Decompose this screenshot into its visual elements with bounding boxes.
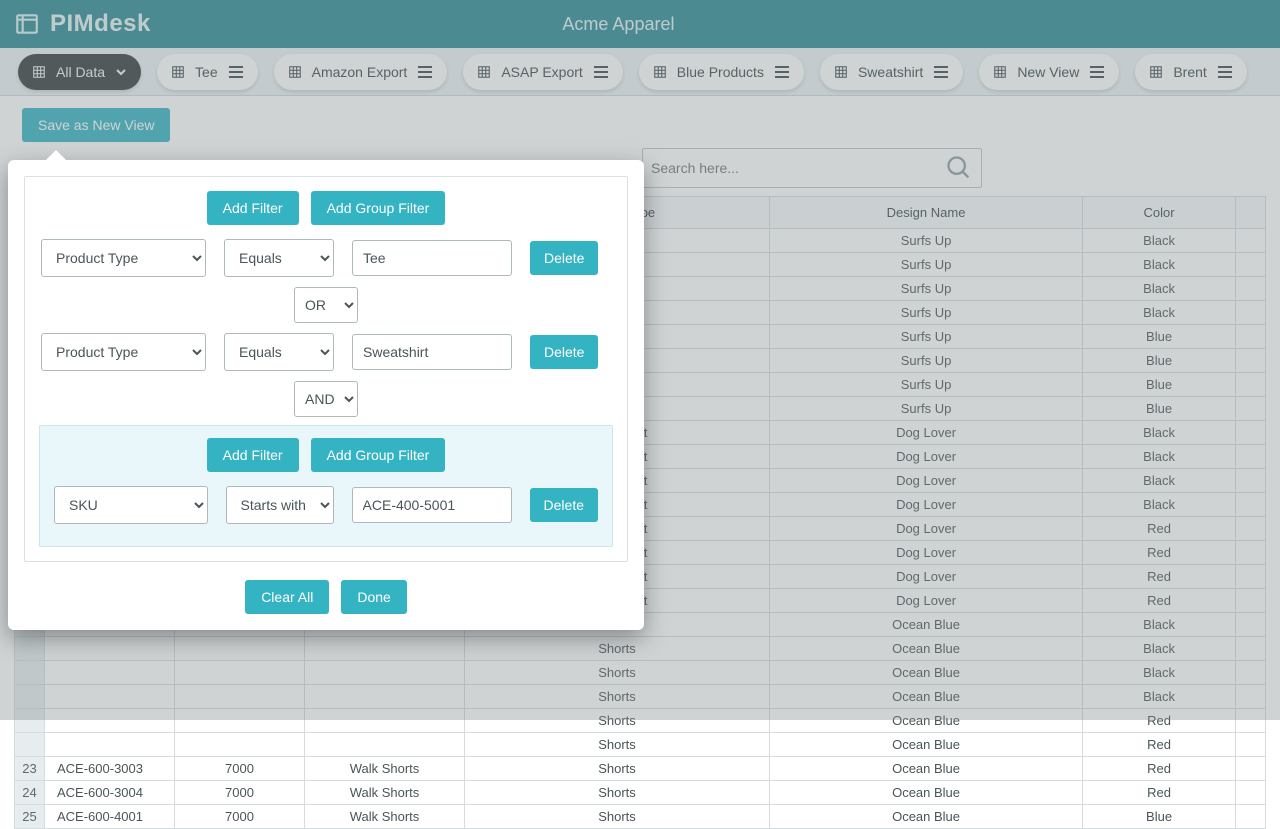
- table-row[interactable]: 23ACE-600-30037000Walk ShortsShortsOcean…: [15, 757, 1266, 781]
- logic-select-and[interactable]: AND: [294, 381, 358, 417]
- cell-product-type[interactable]: Shorts: [465, 781, 770, 805]
- add-group-filter-button[interactable]: Add Group Filter: [311, 438, 446, 472]
- row-number: 24: [15, 781, 45, 805]
- filter-operator-select[interactable]: Starts with: [226, 486, 334, 524]
- row-number: 25: [15, 805, 45, 829]
- filter-value-input[interactable]: [352, 334, 512, 370]
- row-number: [15, 733, 45, 757]
- cell[interactable]: 7000: [175, 781, 305, 805]
- cell[interactable]: [1236, 805, 1266, 829]
- table-row[interactable]: 25ACE-600-40017000Walk ShortsShortsOcean…: [15, 805, 1266, 829]
- cell[interactable]: [305, 733, 465, 757]
- filter-attribute-select[interactable]: Product Type: [41, 239, 206, 277]
- filter-value-input[interactable]: [352, 487, 512, 523]
- cell[interactable]: [1236, 781, 1266, 805]
- cell-color[interactable]: Red: [1083, 757, 1236, 781]
- filter-attribute-select[interactable]: SKU: [54, 486, 208, 524]
- cell-color[interactable]: Red: [1083, 733, 1236, 757]
- cell[interactable]: 7000: [175, 757, 305, 781]
- filter-group-row: SKU Starts with Delete: [52, 486, 600, 524]
- cell-product-type[interactable]: Shorts: [465, 805, 770, 829]
- delete-filter-button[interactable]: Delete: [530, 241, 598, 275]
- cell-product-type[interactable]: Shorts: [465, 733, 770, 757]
- row-number: 23: [15, 757, 45, 781]
- cell[interactable]: [1236, 757, 1266, 781]
- filter-operator-select[interactable]: Equals: [224, 333, 334, 371]
- filter-panel: Add Filter Add Group Filter Product Type…: [24, 176, 628, 562]
- done-button[interactable]: Done: [341, 580, 406, 614]
- filter-operator-select[interactable]: Equals: [224, 239, 334, 277]
- filter-row-1: Product Type Equals Delete: [39, 239, 613, 277]
- popover-caret: [46, 150, 66, 160]
- add-filter-button[interactable]: Add Filter: [207, 438, 299, 472]
- filter-group: Add Filter Add Group Filter SKU Starts w…: [39, 425, 613, 547]
- cell-design-name[interactable]: Ocean Blue: [769, 805, 1082, 829]
- cell[interactable]: [175, 733, 305, 757]
- logic-select-or[interactable]: OR: [294, 287, 358, 323]
- clear-all-button[interactable]: Clear All: [245, 580, 329, 614]
- filter-popover: Add Filter Add Group Filter Product Type…: [8, 160, 644, 630]
- filter-row-2: Product Type Equals Delete: [39, 333, 613, 371]
- cell[interactable]: Walk Shorts: [305, 781, 465, 805]
- add-filter-button[interactable]: Add Filter: [207, 191, 299, 225]
- cell-design-name[interactable]: Ocean Blue: [769, 781, 1082, 805]
- cell-sku[interactable]: ACE-600-4001: [45, 805, 175, 829]
- cell-design-name[interactable]: Ocean Blue: [769, 757, 1082, 781]
- cell-sku[interactable]: ACE-600-3003: [45, 757, 175, 781]
- cell-design-name[interactable]: Ocean Blue: [769, 733, 1082, 757]
- cell-product-type[interactable]: Shorts: [465, 757, 770, 781]
- table-row[interactable]: ShortsOcean BlueRed: [15, 733, 1266, 757]
- delete-filter-button[interactable]: Delete: [530, 488, 598, 522]
- cell-color[interactable]: Red: [1083, 781, 1236, 805]
- filter-value-input[interactable]: [352, 240, 512, 276]
- cell-color[interactable]: Blue: [1083, 805, 1236, 829]
- cell[interactable]: Walk Shorts: [305, 805, 465, 829]
- add-group-filter-button[interactable]: Add Group Filter: [311, 191, 446, 225]
- filter-attribute-select[interactable]: Product Type: [41, 333, 206, 371]
- cell[interactable]: 7000: [175, 805, 305, 829]
- table-row[interactable]: 24ACE-600-30047000Walk ShortsShortsOcean…: [15, 781, 1266, 805]
- cell[interactable]: [1236, 733, 1266, 757]
- delete-filter-button[interactable]: Delete: [530, 335, 598, 369]
- cell[interactable]: Walk Shorts: [305, 757, 465, 781]
- cell-sku[interactable]: ACE-600-3004: [45, 781, 175, 805]
- cell-sku[interactable]: [45, 733, 175, 757]
